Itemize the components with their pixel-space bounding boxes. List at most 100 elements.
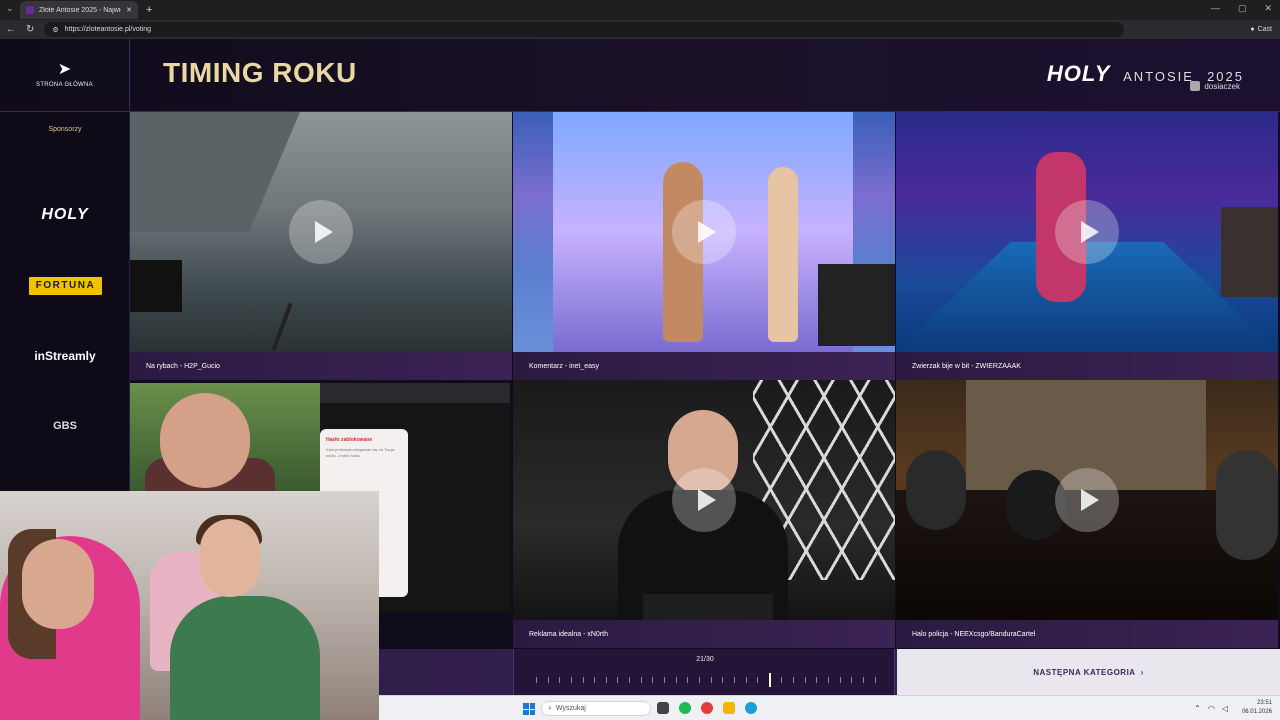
video-card[interactable]: Na rybach - H2P_Gucio <box>130 112 512 380</box>
sponsor-holy[interactable]: HOLY <box>0 206 130 224</box>
popup-text: Ktoś próbował zalogować się na Twoje kon… <box>326 447 395 458</box>
fishing-rod-shape <box>271 302 293 352</box>
progress-tick <box>687 677 689 683</box>
video-caption: Halo policja - NEEXcsgo/BanduraCartel <box>896 620 1278 648</box>
close-window-icon[interactable]: ✕ <box>1264 3 1272 14</box>
streamer-face <box>22 539 94 629</box>
browser-tab[interactable]: Złote Antosie 2025 - Największy P ✕ <box>20 1 138 19</box>
minimize-icon[interactable]: — <box>1211 3 1220 14</box>
page-header: ➤ STRONA GŁÓWNA TIMING ROKU HOLY ANTOSIE… <box>0 39 1280 112</box>
next-category-button[interactable]: NASTĘPNA KATEGORIA › <box>897 649 1280 695</box>
video-caption: Reklama idealna - xN0rth <box>513 620 895 648</box>
tab-list-chevron-icon[interactable]: ⌄ <box>6 3 14 14</box>
browser-tabbar: ⌄ Złote Antosie 2025 - Największy P ✕ + … <box>0 0 1280 20</box>
app-icon[interactable] <box>701 702 713 714</box>
clock[interactable]: 23:51 06.01.2026 <box>1242 699 1272 717</box>
video-thumbnail[interactable] <box>130 112 512 352</box>
clock-date: 06.01.2026 <box>1241 709 1272 715</box>
close-tab-icon[interactable]: ✕ <box>126 6 132 14</box>
progress-tick <box>640 677 642 683</box>
sponsor-gbs[interactable]: GBS <box>0 420 130 432</box>
progress-tick <box>547 677 549 683</box>
progress-tick <box>710 677 712 683</box>
home-button[interactable]: ➤ STRONA GŁÓWNA <box>0 39 130 112</box>
kick-icon <box>1190 81 1201 91</box>
progress-tick <box>851 677 853 683</box>
file-explorer-icon[interactable] <box>723 702 735 714</box>
video-card[interactable]: Reklama idealna - xN0rth <box>513 380 895 648</box>
progress-tick <box>745 677 747 683</box>
play-icon[interactable] <box>289 200 353 264</box>
cast-label: Cast <box>1257 26 1272 33</box>
search-placeholder: Wyszukaj <box>555 705 586 712</box>
progress-tick <box>793 677 795 683</box>
site-info-icon[interactable]: ⚙ <box>52 26 58 34</box>
streamer-webcam <box>0 491 379 720</box>
video-card[interactable]: Halo policja - NEEXcsgo/BanduraCartel <box>896 380 1278 648</box>
progress-tick <box>698 677 700 683</box>
progress-tick <box>629 677 631 683</box>
play-icon[interactable] <box>1055 200 1119 264</box>
screen: ⌄ Złote Antosie 2025 - Największy P ✕ + … <box>0 0 1280 720</box>
facecam-box <box>818 264 895 346</box>
video-caption: Zwierzak bije w bit - ZWIERZAAAK <box>896 352 1278 380</box>
new-tab-button[interactable]: + <box>146 4 152 16</box>
progress-tick <box>862 677 864 683</box>
play-icon[interactable] <box>1055 468 1119 532</box>
video-card[interactable]: Komentarz - inet_easy <box>513 112 895 380</box>
holy-logo-text: HOLY <box>1046 61 1110 86</box>
screenshare-browser-tabs <box>320 383 510 403</box>
category-title: TIMING ROKU <box>163 57 357 88</box>
progress-tick <box>559 677 561 683</box>
video-thumbnail[interactable] <box>513 380 895 620</box>
system-tray: ⌃ ◠ ◁ <box>1194 704 1228 713</box>
windows-start-icon[interactable] <box>523 703 535 715</box>
progress-tick <box>594 677 596 683</box>
url-field[interactable]: ⚙ https://zloteantosie.pl/voting <box>44 22 1125 37</box>
back-icon[interactable]: ← <box>6 24 16 35</box>
edge-icon[interactable] <box>745 702 757 714</box>
chevron-up-icon[interactable]: ⌃ <box>1194 704 1201 713</box>
sponsor-fortuna[interactable]: FORTUNA <box>29 277 102 295</box>
volume-icon[interactable]: ◁ <box>1222 704 1228 713</box>
progress-tick <box>652 677 654 683</box>
progress-tick <box>570 677 572 683</box>
popup-title: Hasło zablokowane <box>326 437 373 443</box>
laptop-shape <box>643 594 773 620</box>
maximize-icon[interactable]: ▢ <box>1238 3 1247 14</box>
play-icon[interactable] <box>672 200 736 264</box>
progress-ticks <box>536 673 876 687</box>
video-card[interactable]: Zwierzak bije w bit - ZWIERZAAAK <box>896 112 1278 380</box>
guest-body <box>170 596 320 720</box>
screenshare-person-face <box>160 393 250 488</box>
video-thumbnail[interactable] <box>513 112 895 352</box>
stream-overlay-handle: dosiaczek <box>1190 81 1240 91</box>
chevron-right-icon: › <box>1140 667 1144 677</box>
progress-tick <box>781 677 783 683</box>
progress-counter: 21/30 <box>696 656 714 663</box>
video-thumbnail[interactable] <box>896 380 1278 620</box>
facecam-box <box>1221 207 1278 297</box>
progress-tick <box>804 677 806 683</box>
task-view-icon[interactable] <box>657 702 669 714</box>
progress-tick <box>605 677 607 683</box>
screenshare-video <box>130 383 320 498</box>
progress-tick-current <box>768 673 771 687</box>
spotify-icon[interactable] <box>679 702 691 714</box>
play-icon[interactable] <box>672 468 736 532</box>
facecam-box <box>130 260 182 312</box>
mountain-shape <box>130 112 300 232</box>
event-logo-text: ANTOSIE <box>1123 69 1194 84</box>
cast-button[interactable]: ● Cast <box>1250 26 1272 33</box>
wifi-icon[interactable]: ◠ <box>1208 704 1215 713</box>
progress-tick <box>757 677 759 683</box>
progress-tick <box>828 677 830 683</box>
next-category-label: NASTĘPNA KATEGORIA <box>1033 667 1136 677</box>
video-thumbnail[interactable] <box>896 112 1278 352</box>
guest-face <box>200 519 260 597</box>
taskbar-search[interactable]: ⌕ Wyszukaj <box>541 701 651 716</box>
progress-tick <box>536 677 537 683</box>
sponsor-instreamly[interactable]: inStreamly <box>0 349 130 363</box>
reload-icon[interactable]: ↻ <box>26 24 34 35</box>
navigation-buttons: ← ↻ <box>6 24 34 35</box>
